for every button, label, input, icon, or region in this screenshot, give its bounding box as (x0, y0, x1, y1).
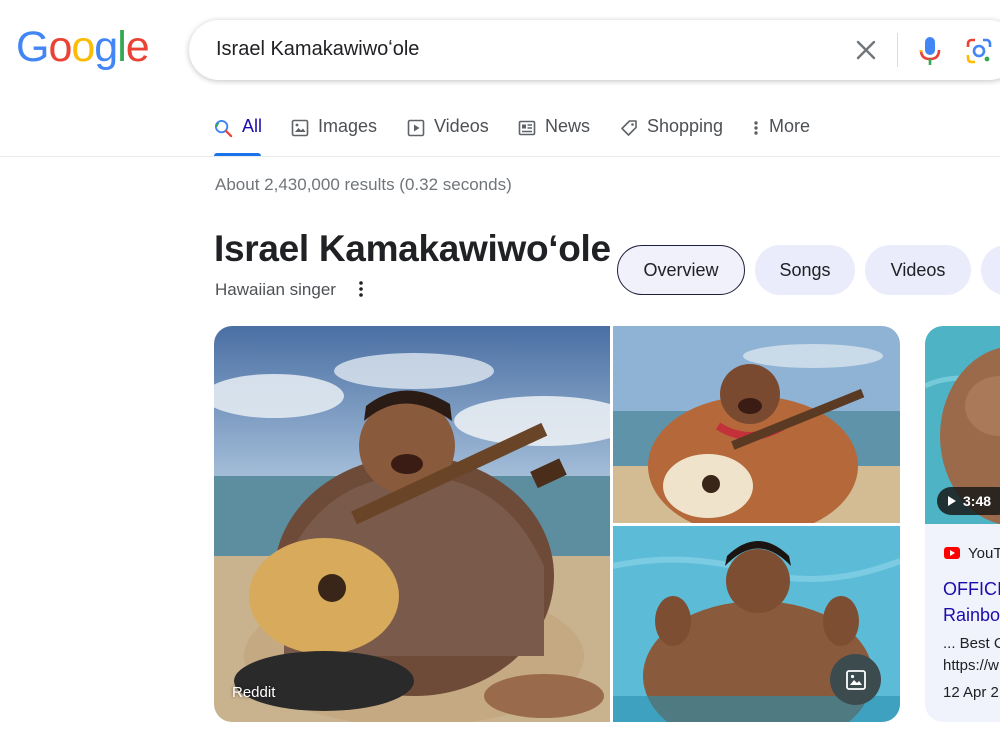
google-lens-icon[interactable] (965, 37, 993, 65)
logo-letter: o (48, 23, 72, 71)
chip-songs[interactable]: Songs (755, 245, 855, 295)
image-icon (845, 669, 866, 690)
google-logo[interactable]: Google (16, 23, 150, 71)
video-duration-badge: 3:48 (937, 487, 1000, 515)
search-icon (214, 119, 233, 138)
video-source: YouT (968, 545, 1000, 562)
chip-next[interactable] (981, 245, 1000, 295)
result-stats: About 2,430,000 results (0.32 seconds) (215, 175, 512, 194)
tab-label: Videos (434, 116, 489, 136)
tab-news[interactable]: News (518, 116, 590, 156)
play-icon (407, 119, 425, 137)
chip-videos[interactable]: Videos (865, 245, 971, 295)
tag-icon (621, 120, 637, 136)
more-options-icon[interactable] (352, 278, 370, 300)
search-divider (897, 33, 898, 67)
tab-label: News (545, 116, 591, 136)
video-snippet: ... Best C https://w (943, 635, 1000, 674)
video-duration: 3:48 (963, 493, 992, 509)
video-title-link[interactable]: OFFICIA Rainbow (943, 576, 1000, 628)
entity-subtitle: Hawaiian singer (215, 280, 336, 299)
logo-letter: G (16, 23, 49, 71)
tabs-divider (0, 156, 1000, 157)
microphone-icon[interactable] (917, 36, 943, 66)
logo-letter: l (117, 23, 127, 71)
image-collage[interactable] (214, 326, 900, 722)
news-icon (518, 120, 536, 136)
tab-label: More (769, 116, 811, 136)
tab-label: Shopping (647, 116, 724, 136)
chip-overview[interactable]: Overview (617, 245, 745, 295)
youtube-icon (944, 546, 960, 559)
tab-more[interactable]: More (752, 116, 810, 156)
logo-letter: e (125, 23, 150, 71)
tab-videos[interactable]: Videos (407, 116, 489, 156)
image-search-button[interactable] (830, 654, 881, 705)
tab-images[interactable]: Images (291, 116, 377, 156)
clear-search-icon[interactable] (852, 36, 880, 64)
photo-singer-laughing-guitar[interactable] (613, 326, 900, 523)
more-vert-icon (754, 121, 758, 135)
photo-singer-beach-guitar[interactable] (214, 326, 610, 722)
logo-letter: o (71, 23, 95, 71)
entity-title: Israel Kamakawiwoʻole (214, 228, 611, 269)
play-icon (948, 496, 956, 506)
search-input[interactable]: Israel Kamakawiwoʻole (216, 38, 419, 61)
tab-all[interactable]: All (214, 116, 262, 156)
video-date: 12 Apr 2 (943, 684, 999, 701)
image-source-label[interactable]: Reddit (232, 684, 275, 701)
logo-letter: g (94, 23, 118, 71)
tab-label: Images (318, 116, 378, 136)
tab-label: All (242, 116, 263, 136)
image-icon (291, 119, 309, 137)
tab-shopping[interactable]: Shopping (620, 116, 723, 156)
